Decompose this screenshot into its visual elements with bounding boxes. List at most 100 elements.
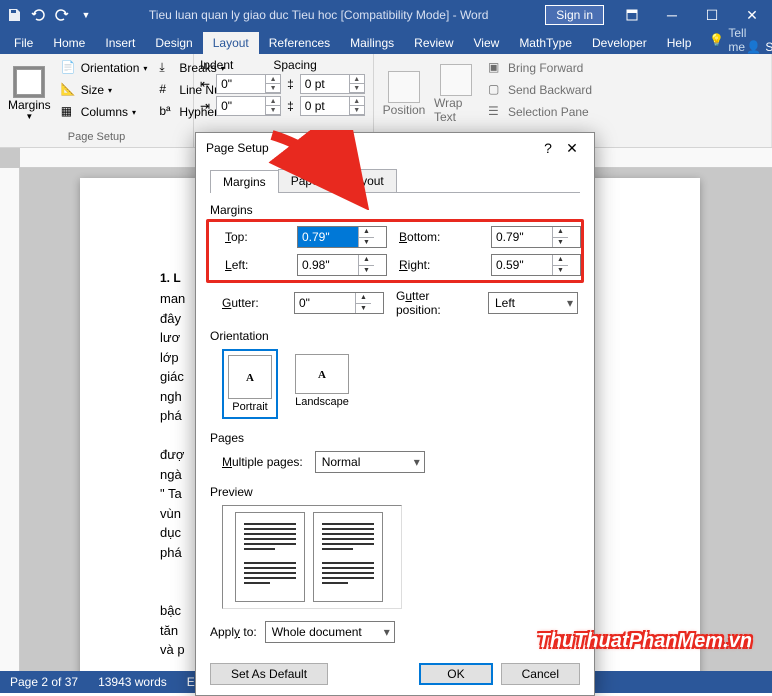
tab-references[interactable]: References: [259, 32, 340, 54]
tab-review[interactable]: Review: [404, 32, 463, 54]
landscape-button[interactable]: ALandscape: [290, 349, 354, 419]
spacing-label: Spacing: [273, 58, 316, 72]
portrait-icon: A: [228, 355, 272, 399]
watermark: ThuThuatPhanMem.vn: [538, 630, 752, 653]
indent-left-icon: ⇤: [200, 77, 210, 91]
preview-page-2: [313, 512, 383, 602]
right-label: Right:: [399, 258, 479, 272]
minimize-icon[interactable]: ─: [652, 0, 692, 30]
bottom-label: Bottom:: [399, 230, 479, 244]
apply-to-select[interactable]: Whole document: [265, 621, 395, 643]
space-before-input[interactable]: ▲▼: [300, 74, 365, 94]
multiple-pages-select[interactable]: Normal: [315, 451, 425, 473]
breaks-icon: ⤓: [159, 60, 175, 76]
wrap-icon: [440, 64, 472, 96]
dialog-tabs: Margins Paper Layout: [210, 169, 580, 193]
undo-icon[interactable]: [30, 7, 46, 23]
share-icon: 👤: [746, 40, 761, 54]
margin-top-input[interactable]: ▲▼: [297, 226, 387, 248]
margins-icon: [13, 66, 45, 98]
space-before-icon: ‡: [287, 77, 294, 91]
landscape-icon: A: [295, 354, 349, 394]
dialog-title: Page Setup: [206, 141, 536, 155]
selection-pane-button[interactable]: ☰Selection Pane: [484, 102, 596, 122]
dialog-tab-margins[interactable]: Margins: [210, 170, 279, 193]
margin-bottom-input[interactable]: ▲▼: [491, 226, 581, 248]
tab-layout[interactable]: Layout: [203, 32, 259, 54]
vertical-ruler[interactable]: [0, 168, 20, 671]
tab-mathtype[interactable]: MathType: [509, 32, 582, 54]
indent-right-icon: ⇥: [200, 99, 210, 113]
margin-right-input[interactable]: ▲▼: [491, 254, 581, 276]
tab-mailings[interactable]: Mailings: [340, 32, 404, 54]
tab-home[interactable]: Home: [43, 32, 95, 54]
margins-section-title: Margins: [210, 203, 580, 217]
space-after-icon: ‡: [287, 99, 294, 113]
window-title: Tieu luan quan ly giao duc Tieu hoc [Com…: [100, 8, 537, 22]
redo-icon[interactable]: [54, 7, 70, 23]
window-options-icon[interactable]: [612, 0, 652, 30]
left-label: Left:: [225, 258, 285, 272]
doc-heading: 1. L: [160, 271, 181, 285]
indent-label: Indent: [200, 58, 233, 72]
apply-to-label: Apply to:: [210, 625, 257, 639]
orientation-section-title: Orientation: [210, 329, 580, 343]
size-icon: 📐: [61, 82, 77, 98]
portrait-button[interactable]: APortrait: [222, 349, 278, 419]
preview-area: [222, 505, 402, 609]
position-button: Position: [380, 58, 428, 129]
position-icon: [388, 71, 420, 103]
tab-help[interactable]: Help: [657, 32, 702, 54]
tell-me[interactable]: 💡Tell me: [709, 26, 746, 54]
selection-pane-icon: ☰: [488, 104, 504, 120]
status-words[interactable]: 13943 words: [98, 675, 167, 689]
hyphenation-icon: bª: [159, 104, 175, 120]
top-label: Top:: [225, 230, 285, 244]
page-setup-dialog: Page Setup ? ✕ Margins Paper Layout Marg…: [195, 132, 595, 696]
orientation-button[interactable]: 📄Orientation▾: [57, 58, 152, 78]
ribbon-tabs: File Home Insert Design Layout Reference…: [0, 30, 772, 54]
lightbulb-icon: 💡: [709, 33, 724, 47]
sign-in-button[interactable]: Sign in: [545, 5, 604, 25]
qat-dropdown-icon[interactable]: ▼: [78, 7, 94, 23]
titlebar: ▼ Tieu luan quan ly giao duc Tieu hoc [C…: [0, 0, 772, 30]
multiple-pages-label: Multiple pages:: [222, 455, 303, 469]
share-button[interactable]: 👤Share: [746, 40, 772, 54]
indent-right-input[interactable]: ▲▼: [216, 96, 281, 116]
tab-file[interactable]: File: [4, 32, 43, 54]
space-after-input[interactable]: ▲▼: [300, 96, 365, 116]
size-button[interactable]: 📐Size▾: [57, 80, 152, 100]
bring-forward-icon: ▣: [488, 60, 504, 76]
ok-button[interactable]: OK: [419, 663, 492, 685]
tab-view[interactable]: View: [464, 32, 510, 54]
page-setup-group-label: Page Setup: [6, 129, 187, 143]
line-numbers-icon: #: [159, 82, 175, 98]
tab-insert[interactable]: Insert: [95, 32, 145, 54]
dialog-close-icon[interactable]: ✕: [560, 140, 584, 157]
set-default-button[interactable]: Set As Default: [210, 663, 328, 685]
dialog-tab-paper[interactable]: Paper: [278, 169, 336, 192]
cancel-button[interactable]: Cancel: [501, 663, 580, 685]
preview-page-1: [235, 512, 305, 602]
margins-button[interactable]: Margins▼: [6, 58, 53, 129]
columns-button[interactable]: ▦Columns▾: [57, 102, 152, 122]
status-page[interactable]: Page 2 of 37: [10, 675, 78, 689]
wrap-text-button: Wrap Text: [432, 58, 480, 129]
gutter-position-select[interactable]: Left: [488, 292, 578, 314]
tab-design[interactable]: Design: [145, 32, 202, 54]
gutter-input[interactable]: ▲▼: [294, 292, 384, 314]
dialog-tab-layout[interactable]: Layout: [335, 169, 397, 192]
highlight-box: Top: ▲▼ Bottom: ▲▼ Left: ▲▼ Right: ▲▼: [206, 219, 584, 283]
send-backward-button: ▢Send Backward: [484, 80, 596, 100]
pages-section-title: Pages: [210, 431, 580, 445]
indent-left-input[interactable]: ▲▼: [216, 74, 281, 94]
columns-icon: ▦: [61, 104, 77, 120]
margin-left-input[interactable]: ▲▼: [297, 254, 387, 276]
preview-section-title: Preview: [210, 485, 580, 499]
save-icon[interactable]: [6, 7, 22, 23]
bring-forward-button: ▣Bring Forward: [484, 58, 596, 78]
dialog-help-icon[interactable]: ?: [536, 140, 560, 156]
tab-developer[interactable]: Developer: [582, 32, 657, 54]
orientation-icon: 📄: [61, 60, 77, 76]
send-backward-icon: ▢: [488, 82, 504, 98]
